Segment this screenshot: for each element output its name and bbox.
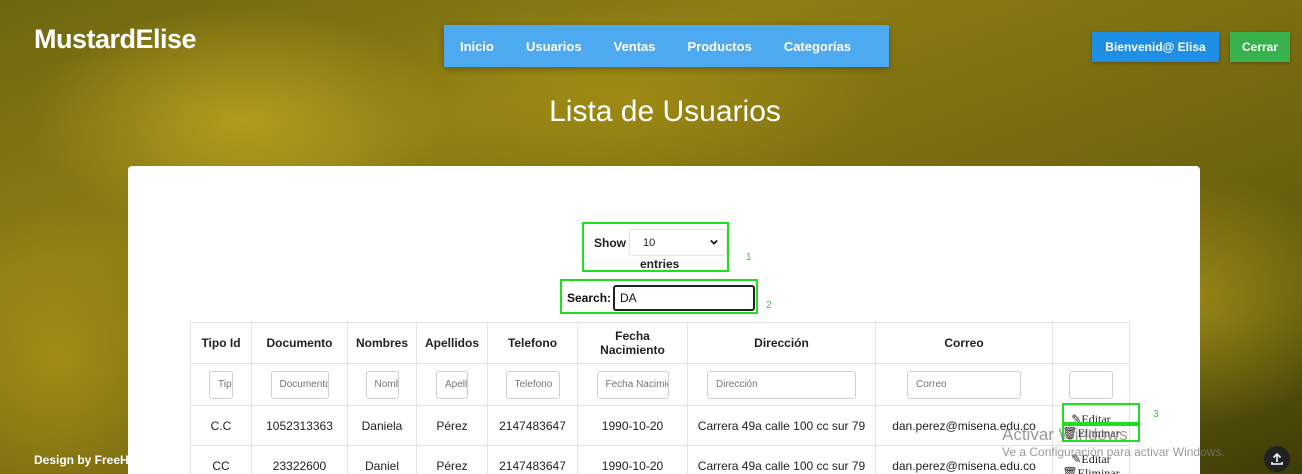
delete-link[interactable]: 🗑Eliminar [1057,466,1125,474]
filter-telefono[interactable] [505,370,560,399]
col-correo[interactable]: Correo [875,322,1053,364]
col-fecha-nacimiento[interactable]: Fecha Nacimiento [577,322,688,364]
filter-acciones[interactable] [1069,370,1113,399]
cell-tipo-id: CC [190,445,252,474]
col-acciones [1052,322,1130,364]
filter-nombres[interactable] [365,370,399,399]
col-telefono[interactable]: Telefono [487,322,578,364]
entries-select[interactable]: 10 [629,229,727,256]
nav-inicio[interactable]: Inicio [460,39,494,54]
search-control: Search: [560,279,758,314]
welcome-user-button[interactable]: Bienvenid@ Elisa [1092,32,1219,62]
users-table: Tipo Id Documento Nombres Apellidos Tele… [190,322,1130,474]
entries-select-value: 10 [643,236,656,249]
filter-tipo-id[interactable] [209,370,233,399]
entries-length-control: Show 10 entries [582,222,729,272]
cell-direccion: Carrera 49a calle 100 cc sur 79 [687,445,876,474]
search-label: Search: [567,291,612,305]
col-nombres[interactable]: Nombres [347,322,417,364]
chevron-down-icon [710,239,718,245]
cell-nombres: Daniela [347,405,417,446]
top-navigation: Inicio Usuarios Ventas Productos Categor… [444,25,889,67]
filter-row [190,363,1130,406]
col-documento[interactable]: Documento [251,322,348,364]
page-title: Lista de Usuarios [549,95,781,128]
windows-activation-subtitle: Ve a Configuración para activar Windows. [1002,445,1225,459]
highlight-edit-box [1062,403,1140,424]
cell-telefono: 2147483647 [487,445,578,474]
annotation-2: 2 [766,300,772,311]
delete-label: Eliminar [1077,465,1120,474]
brand-logo[interactable]: MustardElise [34,24,197,55]
logout-button[interactable]: Cerrar [1230,32,1290,62]
cell-nombres: Daniel [347,445,417,474]
filter-direccion[interactable] [707,370,856,399]
show-label: Show [594,236,626,250]
cell-fecha: 1990-10-20 [577,445,688,474]
annotation-3: 3 [1153,409,1159,420]
header-row: Tipo Id Documento Nombres Apellidos Tele… [190,322,1130,364]
cell-apellidos: Pérez [416,445,488,474]
cell-documento: 1052313363 [251,405,348,446]
search-input[interactable] [613,285,755,311]
cell-fecha: 1990-10-20 [577,405,688,446]
annotation-1: 1 [746,252,752,263]
filter-documento[interactable] [270,370,329,399]
entries-label: entries [640,257,680,271]
nav-categorias[interactable]: Categorías [784,39,851,54]
scroll-top-button[interactable] [1264,446,1290,472]
cell-apellidos: Pérez [416,405,488,446]
cell-telefono: 2147483647 [487,405,578,446]
table-row: CC 23322600 Daniel Pérez 2147483647 1990… [190,445,1130,474]
footer-credit[interactable]: Design by FreeHTML5 [34,453,160,467]
filter-apellidos[interactable] [436,370,468,399]
cell-tipo-id: C.C [190,405,252,446]
col-tipo-id[interactable]: Tipo Id [190,322,252,364]
col-apellidos[interactable]: Apellidos [416,322,488,364]
windows-activation-title: Activar Windows [1002,425,1128,444]
table-row: C.C 1052313363 Daniela Pérez 2147483647 … [190,405,1130,446]
col-direccion[interactable]: Dirección [687,322,876,364]
filter-correo[interactable] [907,370,1021,399]
nav-usuarios[interactable]: Usuarios [526,39,582,54]
trash-icon: 🗑 [1062,465,1078,474]
nav-ventas[interactable]: Ventas [614,39,656,54]
cell-direccion: Carrera 49a calle 100 cc sur 79 [687,405,876,446]
upload-icon [1271,452,1283,465]
cell-documento: 23322600 [251,445,348,474]
filter-fecha-nacimiento[interactable] [596,370,669,399]
nav-productos[interactable]: Productos [688,39,752,54]
